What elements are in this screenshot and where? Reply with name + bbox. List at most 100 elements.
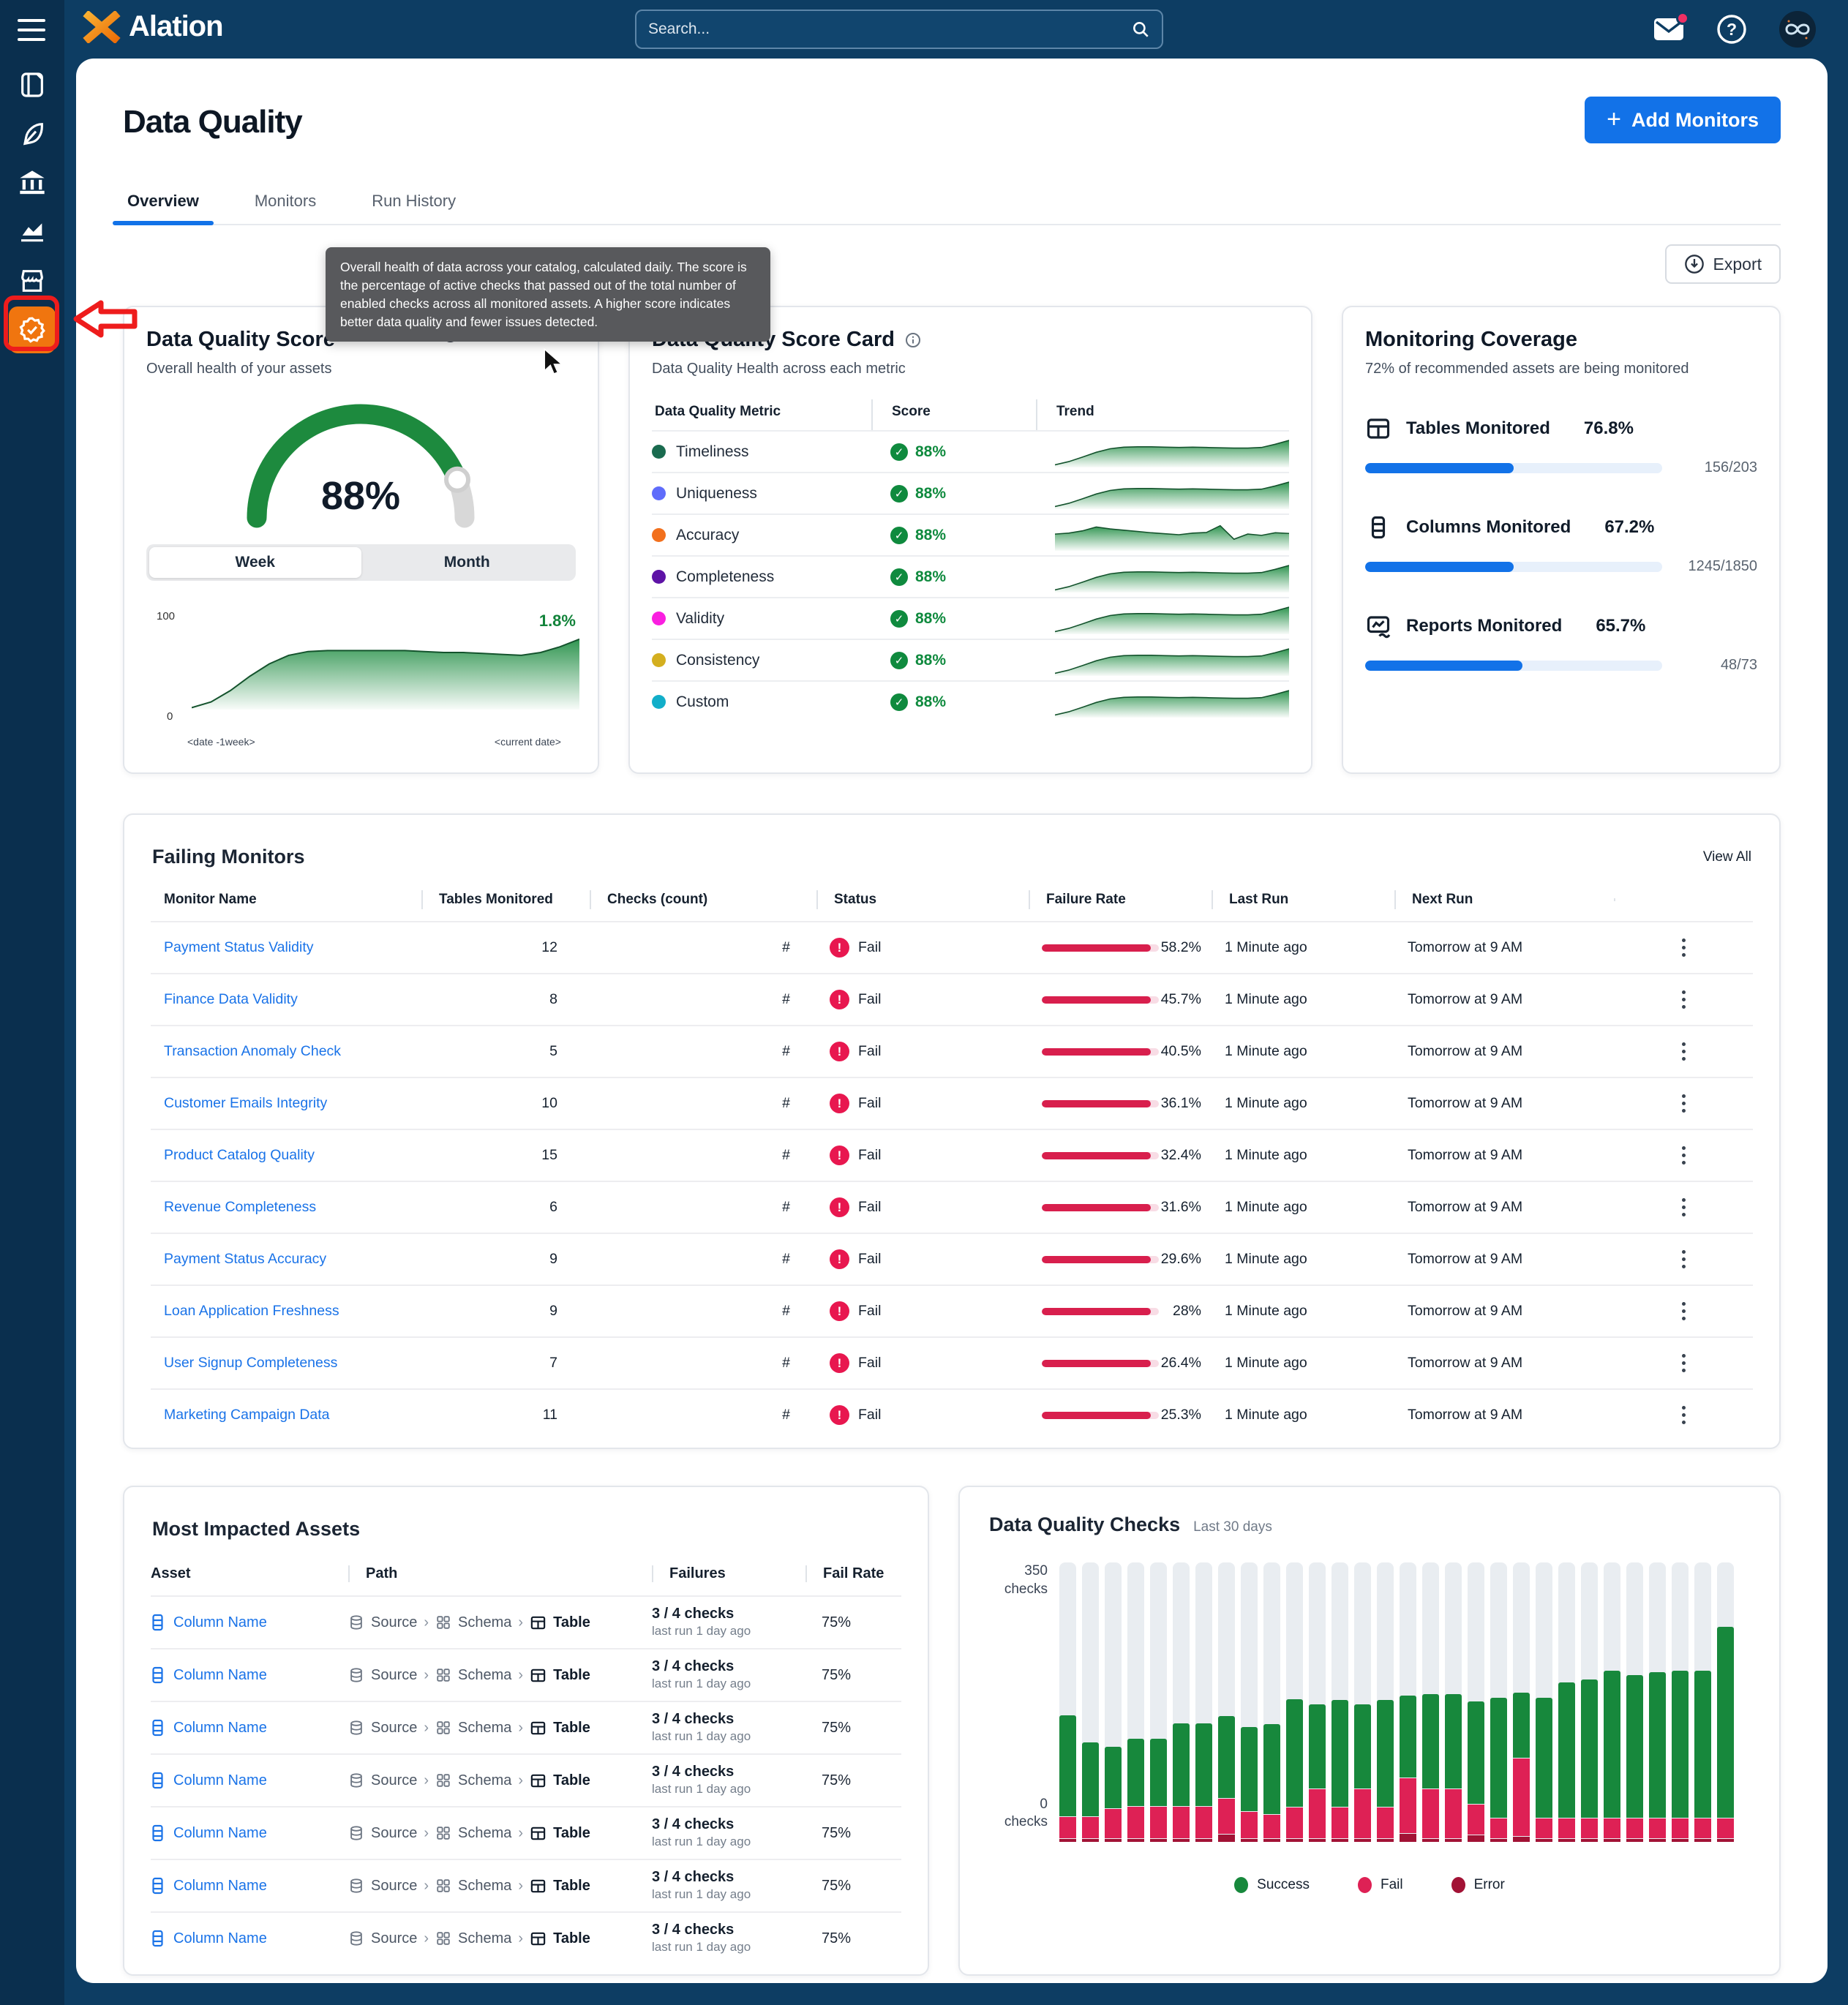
table-row: User Signup Completeness7#!Fail26.4%1 Mi…	[151, 1336, 1753, 1388]
asset-link[interactable]: Column Name	[151, 1719, 348, 1737]
next-run-value: Tomorrow at 9 AM	[1394, 1251, 1614, 1268]
sidebar-item-marketplace[interactable]	[9, 257, 56, 304]
source-icon	[348, 1614, 364, 1630]
row-menu-button[interactable]	[1682, 938, 1686, 957]
alation-logo[interactable]: Alation	[82, 10, 223, 43]
asset-link[interactable]: Column Name	[151, 1772, 348, 1789]
row-menu-button[interactable]	[1682, 1198, 1686, 1216]
asset-name: Column Name	[173, 1667, 267, 1684]
export-button[interactable]: Export	[1665, 244, 1781, 284]
metric-score: ✓88%	[871, 693, 1036, 711]
fail-status-icon: !	[830, 1197, 849, 1217]
metric-trend-sparkline	[1036, 435, 1289, 469]
tables-monitored-value: 12	[421, 939, 590, 956]
help-icon[interactable]: ?	[1716, 14, 1747, 45]
asset-link[interactable]: Column Name	[151, 1666, 348, 1684]
next-run-value: Tomorrow at 9 AM	[1394, 1355, 1614, 1372]
failure-rate-bar	[1042, 1412, 1159, 1419]
row-menu-button[interactable]	[1682, 1302, 1686, 1320]
monitor-name-link[interactable]: Marketing Campaign Data	[151, 1407, 421, 1423]
source-icon	[348, 1825, 364, 1841]
month-toggle[interactable]: Month	[361, 547, 574, 578]
fail-rate-value: 75%	[805, 1930, 901, 1947]
avatar[interactable]	[1779, 11, 1816, 48]
coverage-title: Monitoring Coverage	[1365, 328, 1757, 352]
check-icon: ✓	[890, 652, 908, 669]
coverage-progress-bar	[1365, 463, 1662, 473]
monitor-name-link[interactable]: Payment Status Accuracy	[151, 1251, 421, 1268]
notifications-button[interactable]	[1653, 18, 1684, 41]
asset-link[interactable]: Column Name	[151, 1824, 348, 1842]
failures-cell: 3 / 4 checkslast run 1 day ago	[652, 1711, 805, 1745]
row-menu-button[interactable]	[1682, 1354, 1686, 1372]
chevron-right-icon: ›	[424, 1878, 429, 1895]
chart-bar	[1604, 1562, 1620, 1842]
svg-text:88%: 88%	[321, 474, 400, 518]
table-row: Finance Data Validity8#!Fail45.7%1 Minut…	[151, 973, 1753, 1025]
data-quality-checks-panel: Data Quality Checks Last 30 days 350chec…	[958, 1486, 1781, 1976]
chart-bar	[1717, 1562, 1734, 1842]
last-run-value: 1 Minute ago	[1212, 1251, 1394, 1268]
monitor-name-link[interactable]: User Signup Completeness	[151, 1355, 421, 1372]
row-menu-button[interactable]	[1682, 1042, 1686, 1061]
monitor-name-link[interactable]: Customer Emails Integrity	[151, 1095, 421, 1112]
asset-link[interactable]: Column Name	[151, 1877, 348, 1895]
status-label: Fail	[858, 939, 881, 956]
fail-status-icon: !	[830, 1146, 849, 1165]
metric-dot-icon	[652, 695, 666, 709]
sidebar-item-compose[interactable]	[9, 110, 56, 157]
sidebar-item-catalog[interactable]	[9, 61, 56, 108]
area-chart-icon	[18, 217, 47, 247]
metric-score-value: 88%	[915, 610, 946, 628]
monitor-name-link[interactable]: Payment Status Validity	[151, 939, 421, 956]
hamburger-menu-button[interactable]	[18, 19, 45, 41]
next-run-value: Tomorrow at 9 AM	[1394, 1043, 1614, 1060]
search-input[interactable]	[648, 20, 1131, 38]
search-bar[interactable]	[635, 10, 1163, 49]
week-toggle[interactable]: Week	[149, 547, 361, 578]
view-all-link[interactable]: View All	[1703, 849, 1751, 865]
reports-icon	[1365, 613, 1391, 639]
asset-link[interactable]: Column Name	[151, 1930, 348, 1947]
failures-cell: 3 / 4 checkslast run 1 day ago	[652, 1658, 805, 1692]
status-label: Fail	[858, 1251, 881, 1268]
metric-score: ✓88%	[871, 527, 1036, 544]
row-menu-button[interactable]	[1682, 990, 1686, 1009]
monitor-name-link[interactable]: Product Catalog Quality	[151, 1147, 421, 1164]
row-menu-button[interactable]	[1682, 1094, 1686, 1113]
monitor-name-link[interactable]: Transaction Anomaly Check	[151, 1043, 421, 1060]
asset-breadcrumb: Source›Schema›Table	[348, 1614, 652, 1631]
monitor-name-link[interactable]: Revenue Completeness	[151, 1199, 421, 1216]
error-legend-dot-icon	[1451, 1877, 1465, 1893]
table-icon	[530, 1878, 546, 1895]
failure-rate-value: 28%	[1173, 1303, 1201, 1320]
quality-badge-icon	[18, 315, 47, 345]
tab-overview[interactable]: Overview	[123, 181, 203, 224]
tab-monitors[interactable]: Monitors	[250, 181, 320, 224]
asset-link[interactable]: Column Name	[151, 1614, 348, 1631]
fail-status-icon: !	[830, 1301, 849, 1321]
row-menu-button[interactable]	[1682, 1406, 1686, 1424]
failure-rate-value: 58.2%	[1161, 939, 1201, 956]
next-run-value: Tomorrow at 9 AM	[1394, 1303, 1614, 1320]
status-label: Fail	[858, 1355, 881, 1372]
sidebar-item-governance[interactable]	[9, 159, 56, 206]
failure-rate-cell: 26.4%	[1029, 1355, 1212, 1372]
source-label: Source	[371, 1772, 417, 1789]
tab-run-history[interactable]: Run History	[367, 181, 460, 224]
metric-name: Accuracy	[652, 527, 871, 544]
search-icon[interactable]	[1131, 20, 1150, 39]
info-icon[interactable]	[905, 332, 921, 348]
chevron-right-icon: ›	[424, 1720, 429, 1737]
sidebar-item-analytics[interactable]	[9, 208, 56, 255]
sidebar-item-data-quality[interactable]	[9, 306, 56, 353]
check-icon: ✓	[890, 568, 908, 586]
row-menu-button[interactable]	[1682, 1146, 1686, 1165]
asset-name: Column Name	[173, 1720, 267, 1737]
row-menu-button[interactable]	[1682, 1250, 1686, 1268]
monitor-name-link[interactable]: Loan Application Freshness	[151, 1303, 421, 1320]
monitor-name-link[interactable]: Finance Data Validity	[151, 991, 421, 1008]
failure-rate-cell: 36.1%	[1029, 1095, 1212, 1112]
add-monitors-button[interactable]: + Add Monitors	[1585, 97, 1781, 143]
metric-dot-icon	[652, 612, 666, 625]
